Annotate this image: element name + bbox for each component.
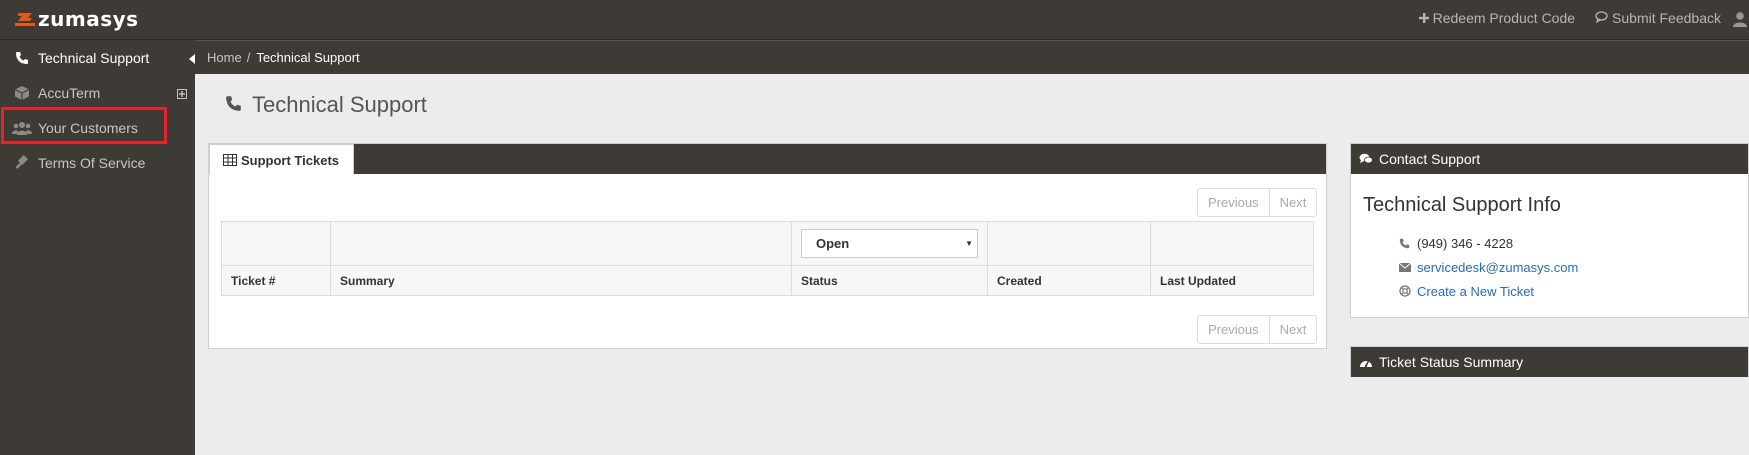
column-header-status[interactable]: Status — [791, 265, 988, 296]
sidebar-item-your-customers[interactable]: Your Customers — [0, 110, 195, 145]
tickets-table: Open ▼ Ticket # Summary Status Created L… — [221, 221, 1314, 296]
sidebar-item-terms-of-service[interactable]: Terms Of Service — [0, 145, 195, 180]
panel-header: Support Tickets — [209, 144, 1326, 175]
life-ring-icon — [1399, 285, 1417, 297]
cube-icon — [12, 85, 32, 101]
sidebar-item-accuterm[interactable]: AccuTerm — [0, 75, 195, 110]
plus-icon — [1418, 10, 1429, 26]
page-title-text: Technical Support — [252, 92, 427, 117]
ticket-status-summary-panel: Ticket Status Summary — [1350, 346, 1749, 377]
contact-support-panel: Contact Support Technical Support Info (… — [1350, 143, 1749, 318]
column-header-created[interactable]: Created — [987, 265, 1151, 296]
sidebar: Technical Support AccuTerm Your Customer… — [0, 40, 195, 455]
phone-icon — [12, 51, 32, 65]
column-header-ticket[interactable]: Ticket # — [221, 265, 331, 296]
comments-icon — [1359, 153, 1373, 165]
submit-feedback-link[interactable]: Submit Feedback — [1595, 10, 1721, 26]
previous-button[interactable]: Previous — [1198, 316, 1269, 343]
status-filter-select[interactable]: Open ▼ — [801, 229, 978, 258]
page-title: Technical Support — [225, 92, 427, 118]
contact-info-list: (949) 346 - 4228 servicedesk@zumasys.com… — [1399, 231, 1748, 303]
column-header-summary[interactable]: Summary — [330, 265, 792, 296]
top-bar: zumasys Redeem Product Code Submit Feedb… — [0, 0, 1749, 40]
gavel-icon — [12, 154, 32, 171]
breadcrumb-separator: / — [246, 50, 251, 65]
contact-support-header: Contact Support — [1351, 144, 1748, 174]
sidebar-item-technical-support[interactable]: Technical Support — [0, 40, 195, 75]
pager-bottom: Previous Next — [1197, 315, 1318, 344]
redeem-product-code-link[interactable]: Redeem Product Code — [1418, 10, 1576, 26]
caret-down-icon: ▼ — [965, 239, 973, 248]
users-icon — [12, 121, 32, 135]
table-icon — [223, 154, 237, 166]
user-icon[interactable] — [1733, 11, 1747, 30]
pager-top: Previous Next — [1197, 188, 1318, 217]
tab-support-tickets[interactable]: Support Tickets — [209, 144, 355, 175]
phone-row: (949) 346 - 4228 — [1399, 231, 1748, 255]
breadcrumb: Home / Technical Support — [189, 40, 1749, 74]
support-tickets-panel: Support Tickets Previous Next Open ▼ Tic… — [208, 143, 1327, 349]
next-button[interactable]: Next — [1268, 189, 1317, 216]
breadcrumb-home[interactable]: Home — [207, 50, 242, 65]
contact-support-title: Contact Support — [1379, 151, 1481, 167]
create-ticket-row: Create a New Ticket — [1399, 279, 1748, 303]
filter-row: Open ▼ — [221, 221, 1314, 266]
email-link[interactable]: servicedesk@zumasys.com — [1417, 260, 1578, 275]
previous-button[interactable]: Previous — [1198, 189, 1269, 216]
phone-icon — [1399, 238, 1417, 249]
tab-label: Support Tickets — [241, 152, 340, 168]
ticket-status-summary-header: Ticket Status Summary — [1351, 347, 1748, 377]
phone-icon — [225, 92, 242, 118]
email-row: servicedesk@zumasys.com — [1399, 255, 1748, 279]
next-button[interactable]: Next — [1268, 316, 1317, 343]
main-content: Technical Support Support Tickets Previo… — [195, 74, 1749, 455]
technical-support-info-title: Technical Support Info — [1363, 194, 1561, 216]
feedback-label: Submit Feedback — [1612, 10, 1721, 26]
envelope-icon — [1399, 262, 1417, 272]
phone-number: (949) 346 - 4228 — [1417, 235, 1514, 251]
zumasys-logo[interactable]: zumasys — [14, 7, 139, 31]
sidebar-item-label: AccuTerm — [38, 84, 101, 101]
redeem-label: Redeem Product Code — [1432, 10, 1576, 26]
column-header-last-updated[interactable]: Last Updated — [1150, 265, 1314, 296]
expand-plus-icon[interactable] — [177, 86, 187, 102]
ticket-status-summary-title: Ticket Status Summary — [1379, 354, 1524, 370]
sidebar-item-label: Terms Of Service — [38, 154, 146, 171]
sidebar-collapse-icon[interactable] — [189, 52, 195, 67]
comment-icon — [1595, 10, 1608, 26]
sidebar-item-label: Technical Support — [38, 49, 150, 66]
logo-icon — [14, 10, 35, 28]
sidebar-item-label: Your Customers — [38, 119, 138, 136]
header-row: Ticket # Summary Status Created Last Upd… — [221, 265, 1314, 296]
status-filter-value: Open — [816, 236, 850, 251]
logo-text: zumasys — [38, 7, 139, 31]
create-ticket-link[interactable]: Create a New Ticket — [1417, 284, 1534, 299]
breadcrumb-current: Technical Support — [256, 50, 360, 65]
dashboard-icon — [1359, 356, 1373, 368]
